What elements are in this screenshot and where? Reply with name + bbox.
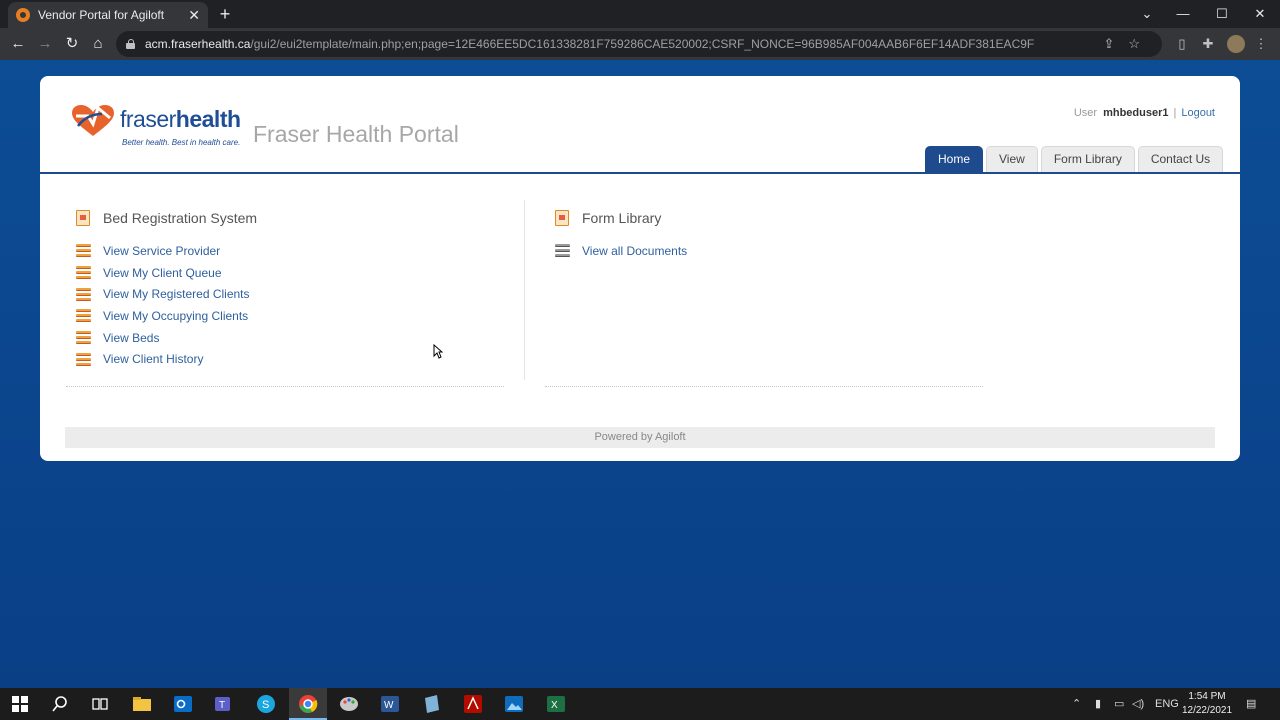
svg-text:X: X bbox=[551, 700, 558, 711]
menu-icon[interactable]: ⋮ bbox=[1249, 32, 1273, 56]
heart-logo-icon bbox=[72, 105, 114, 136]
list-item: View all Documents bbox=[553, 240, 687, 262]
logo-wordmark: fraserhealth bbox=[120, 106, 241, 132]
network-icon[interactable]: ▭ bbox=[1114, 688, 1124, 720]
clock-date: 12/22/2021 bbox=[1181, 705, 1233, 716]
tab-close-icon[interactable]: ✕ bbox=[188, 7, 200, 24]
link-view-my-occupying-clients[interactable]: View My Occupying Clients bbox=[103, 309, 248, 323]
maximize-button[interactable]: ☐ bbox=[1202, 0, 1242, 28]
outlook-icon[interactable] bbox=[171, 692, 195, 716]
windows-start-icon[interactable] bbox=[8, 692, 32, 716]
logo-tagline: Better health. Best in health care. bbox=[122, 138, 241, 147]
list-item: View Service Provider bbox=[74, 240, 257, 262]
file-explorer-icon[interactable] bbox=[130, 692, 154, 716]
windows-taskbar: T S W X ⌃ ▮ ▭ ◁) ENG 1:54 PM 12/22/2021 … bbox=[0, 688, 1280, 720]
database-icon bbox=[76, 244, 91, 258]
list-item: View My Client Queue bbox=[74, 262, 257, 284]
database-icon bbox=[76, 309, 91, 323]
column-divider bbox=[524, 200, 525, 380]
bed-registration-section: Bed Registration System View Service Pro… bbox=[74, 210, 257, 370]
extensions-icon[interactable]: ✚ bbox=[1196, 32, 1220, 56]
search-icon[interactable] bbox=[48, 692, 72, 716]
url-path: /gui2/eui2template/main.php;en;page=12E4… bbox=[250, 37, 1035, 51]
link-view-my-client-queue[interactable]: View My Client Queue bbox=[103, 266, 222, 280]
microphone-icon[interactable]: ▮ bbox=[1095, 688, 1101, 720]
username: mhbeduser1 bbox=[1103, 107, 1169, 119]
svg-text:S: S bbox=[262, 699, 269, 711]
browser-tab[interactable]: Vendor Portal for Agiloft ✕ bbox=[8, 2, 208, 28]
tab-form-library[interactable]: Form Library bbox=[1040, 146, 1135, 172]
notifications-icon[interactable]: ▤ bbox=[1246, 688, 1256, 720]
excel-icon[interactable]: X bbox=[544, 692, 568, 716]
link-view-client-history[interactable]: View Client History bbox=[103, 352, 203, 366]
section-divider bbox=[545, 386, 983, 387]
close-window-button[interactable]: ✕ bbox=[1240, 0, 1280, 28]
back-button[interactable]: ← bbox=[6, 32, 30, 56]
profile-avatar[interactable] bbox=[1227, 35, 1245, 53]
user-info: User mhbeduser1 | Logout bbox=[1074, 107, 1215, 119]
tab-contact-us[interactable]: Contact Us bbox=[1137, 146, 1224, 172]
footer: Powered by Agiloft bbox=[65, 427, 1215, 448]
section-title: Form Library bbox=[582, 210, 662, 226]
task-view-icon[interactable] bbox=[88, 692, 112, 716]
clock-time: 1:54 PM bbox=[1188, 691, 1226, 702]
tab-search-icon[interactable]: ⌄ bbox=[1127, 0, 1167, 28]
section-divider bbox=[66, 386, 504, 387]
nav-tabs: Home View Form Library Contact Us bbox=[925, 146, 1226, 172]
list-item: View My Registered Clients bbox=[74, 283, 257, 305]
link-view-service-provider[interactable]: View Service Provider bbox=[103, 244, 220, 258]
tab-home[interactable]: Home bbox=[925, 146, 984, 172]
header-rule bbox=[40, 172, 1240, 174]
portal-title: Fraser Health Portal bbox=[253, 121, 459, 147]
svg-text:T: T bbox=[219, 700, 225, 711]
paint-icon[interactable] bbox=[337, 692, 361, 716]
link-view-my-registered-clients[interactable]: View My Registered Clients bbox=[103, 287, 250, 301]
acrobat-icon[interactable] bbox=[461, 692, 485, 716]
home-button[interactable]: ⌂ bbox=[86, 32, 110, 56]
database-icon bbox=[76, 352, 91, 366]
link-view-beds[interactable]: View Beds bbox=[103, 331, 159, 345]
section-title: Bed Registration System bbox=[103, 210, 258, 226]
database-icon bbox=[76, 266, 91, 280]
minimize-button[interactable]: — bbox=[1163, 0, 1203, 28]
address-bar[interactable]: acm.fraserhealth.ca/gui2/eui2template/ma… bbox=[116, 31, 1162, 57]
browser-tab-bar: Vendor Portal for Agiloft ✕ + ⌄ — ☐ ✕ bbox=[0, 0, 1280, 28]
photos-icon[interactable] bbox=[502, 692, 526, 716]
list-item: View Client History bbox=[74, 348, 257, 370]
teams-icon[interactable]: T bbox=[212, 692, 236, 716]
section-document-icon bbox=[74, 210, 92, 226]
database-icon bbox=[76, 287, 91, 301]
list-item: View Beds bbox=[74, 327, 257, 349]
notepad-icon[interactable] bbox=[420, 692, 444, 716]
tray-chevron-icon[interactable]: ⌃ bbox=[1072, 688, 1081, 720]
list-item: View My Occupying Clients bbox=[74, 305, 257, 327]
url-host: acm.fraserhealth.ca bbox=[145, 37, 251, 51]
separator: | bbox=[1173, 107, 1177, 119]
reload-button[interactable]: ↻ bbox=[60, 32, 84, 56]
chrome-icon[interactable] bbox=[296, 692, 320, 716]
volume-icon[interactable]: ◁) bbox=[1132, 688, 1144, 720]
link-view-all-documents[interactable]: View all Documents bbox=[582, 244, 687, 258]
svg-text:W: W bbox=[384, 700, 394, 711]
share-bookmark-icons[interactable]: ⇪☆ bbox=[1103, 36, 1154, 52]
word-icon[interactable]: W bbox=[378, 692, 402, 716]
forward-button[interactable]: → bbox=[33, 32, 57, 56]
agiloft-favicon-icon bbox=[16, 8, 30, 22]
server-icon bbox=[555, 244, 570, 258]
user-label: User bbox=[1073, 107, 1098, 119]
phone-icon[interactable]: ▯ bbox=[1170, 32, 1194, 56]
browser-toolbar: ← → ↻ ⌂ acm.fraserhealth.ca/gui2/eui2tem… bbox=[0, 28, 1280, 60]
database-icon bbox=[76, 331, 91, 345]
fraser-health-logo[interactable]: fraserhealth Better health. Best in heal… bbox=[70, 102, 241, 150]
form-library-section: Form Library View all Documents bbox=[553, 210, 687, 262]
section-document-icon bbox=[553, 210, 571, 226]
logout-link[interactable]: Logout bbox=[1181, 107, 1215, 119]
tab-view[interactable]: View bbox=[986, 146, 1038, 172]
new-tab-button[interactable]: + bbox=[214, 3, 236, 25]
lock-icon bbox=[126, 39, 135, 49]
tab-title: Vendor Portal for Agiloft bbox=[38, 8, 165, 22]
skype-icon[interactable]: S bbox=[254, 692, 278, 716]
taskbar-clock[interactable]: 1:54 PM 12/22/2021 bbox=[1176, 690, 1238, 718]
